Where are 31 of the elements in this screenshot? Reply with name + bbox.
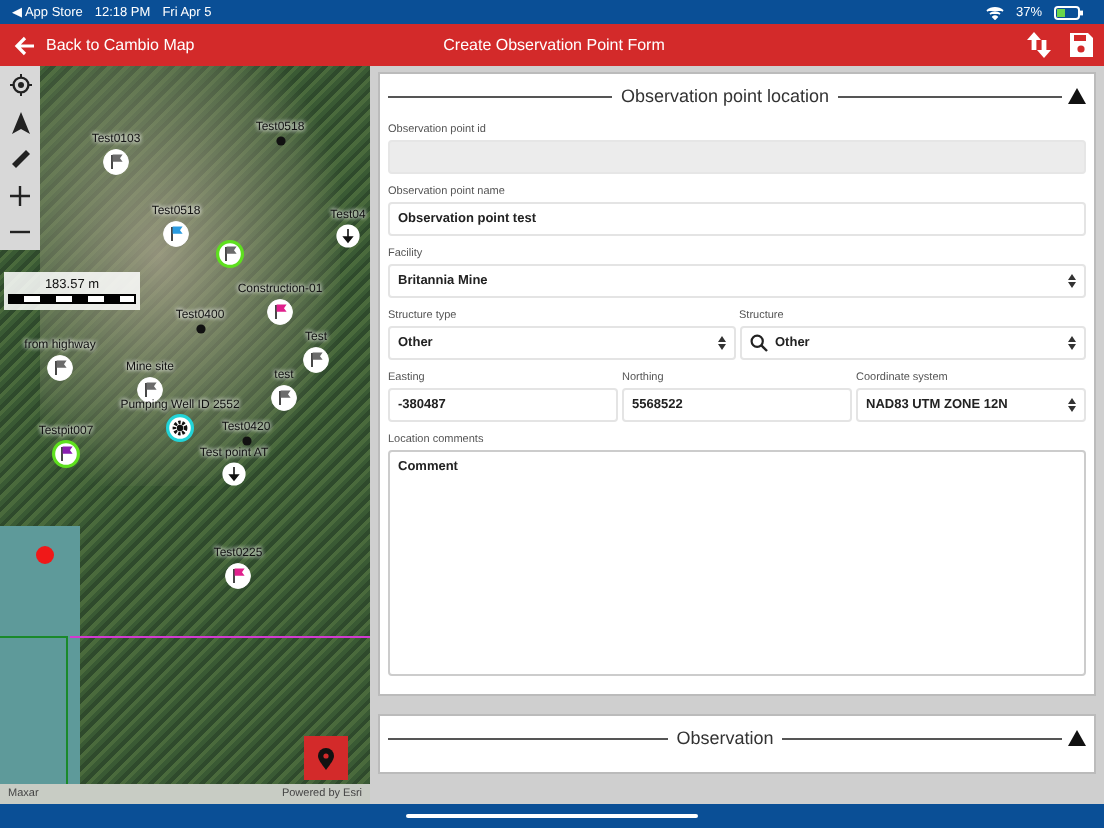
section-title: Observation point location bbox=[618, 86, 832, 106]
back-arrow-icon bbox=[14, 35, 36, 55]
gear-marker-icon[interactable] bbox=[166, 414, 194, 442]
collapse-triangle-icon[interactable] bbox=[1068, 88, 1086, 104]
point-marker-icon[interactable] bbox=[275, 136, 285, 146]
locate-icon[interactable] bbox=[9, 73, 31, 96]
flag-marker-icon[interactable] bbox=[216, 240, 244, 268]
sort-arrows-icon[interactable] bbox=[1026, 30, 1052, 60]
point-marker-icon[interactable] bbox=[241, 436, 251, 446]
point-marker-icon[interactable] bbox=[195, 324, 205, 334]
battery-icon bbox=[1054, 5, 1084, 19]
flag-marker-icon[interactable] bbox=[52, 440, 80, 468]
collapse-triangle-icon[interactable] bbox=[1068, 730, 1086, 746]
select-arrows-icon bbox=[1068, 274, 1076, 288]
back-to-map-button[interactable]: Back to Cambio Map bbox=[14, 35, 428, 55]
zoom-in-icon[interactable] bbox=[10, 186, 30, 207]
scale-ruler-icon bbox=[8, 294, 136, 304]
select-arrows-icon bbox=[717, 336, 725, 350]
section-title: Observation bbox=[674, 728, 776, 748]
form-title: Create Observation Point Form bbox=[443, 36, 665, 54]
navigation-arrow-icon[interactable] bbox=[11, 111, 29, 134]
pin-marker-icon[interactable] bbox=[222, 462, 246, 486]
wifi-icon bbox=[985, 5, 1004, 19]
map-pin-icon bbox=[318, 747, 334, 769]
save-icon[interactable] bbox=[1068, 32, 1094, 58]
ruler-icon[interactable] bbox=[9, 148, 31, 171]
pin-marker-icon[interactable] bbox=[336, 224, 360, 248]
select-arrows-icon bbox=[1068, 398, 1076, 412]
search-icon bbox=[749, 334, 767, 352]
select-arrows-icon bbox=[1068, 336, 1076, 350]
add-pin-button[interactable] bbox=[304, 736, 348, 780]
